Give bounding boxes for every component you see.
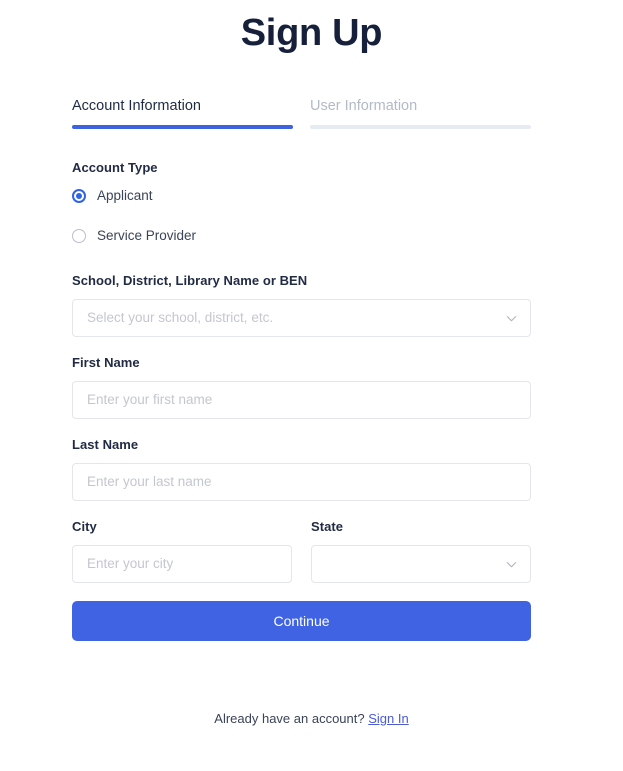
first-name-input[interactable]: Enter your first name	[72, 381, 531, 419]
footer: Already have an account? Sign In	[0, 710, 623, 728]
tab-user-information-label: User Information	[310, 98, 418, 114]
tab-bar: Account Information User Information	[72, 96, 531, 129]
tab-active-underline	[72, 125, 293, 129]
last-name-placeholder: Enter your last name	[87, 474, 212, 489]
tab-account-information-label: Account Information	[72, 98, 201, 114]
field-school: School, District, Library Name or BEN Se…	[72, 273, 531, 337]
school-label: School, District, Library Name or BEN	[72, 273, 308, 288]
continue-button[interactable]: Continue	[72, 601, 531, 641]
radio-option-applicant[interactable]: Applicant	[72, 186, 531, 206]
city-placeholder: Enter your city	[87, 556, 174, 571]
page-title: Sign Up	[240, 12, 383, 54]
radio-service-provider-indicator[interactable]	[72, 229, 86, 243]
tab-inactive-underline	[310, 125, 531, 129]
radio-option-service-provider[interactable]: Service Provider	[72, 226, 531, 246]
last-name-input[interactable]: Enter your last name	[72, 463, 531, 501]
city-input[interactable]: Enter your city	[72, 545, 292, 583]
first-name-label: First Name	[72, 355, 140, 370]
radio-applicant-label: Applicant	[97, 188, 153, 203]
field-city: City Enter your city	[72, 519, 292, 583]
chevron-down-icon	[506, 313, 517, 324]
first-name-placeholder: Enter your first name	[87, 392, 213, 407]
last-name-label: Last Name	[72, 437, 139, 452]
state-select[interactable]	[311, 545, 531, 583]
school-select[interactable]: Select your school, district, etc.	[72, 299, 531, 337]
signup-page: Sign Up Account Information User Informa…	[0, 0, 623, 771]
account-type-group: Account Type Applicant Service Provider	[72, 160, 531, 246]
account-type-label: Account Type	[72, 160, 158, 175]
radio-service-provider-label: Service Provider	[97, 228, 197, 243]
sign-in-link[interactable]: Sign In	[368, 711, 408, 726]
signup-form: Account Type Applicant Service Provider …	[72, 160, 531, 641]
field-last-name: Last Name Enter your last name	[72, 437, 531, 501]
radio-applicant-indicator[interactable]	[72, 189, 86, 203]
city-state-row: City Enter your city State	[72, 519, 531, 583]
field-state: State	[311, 519, 531, 583]
state-label: State	[311, 519, 344, 534]
tab-user-information[interactable]: User Information	[310, 96, 531, 129]
field-first-name: First Name Enter your first name	[72, 355, 531, 419]
footer-text: Already have an account?	[214, 711, 365, 726]
city-label: City	[72, 519, 97, 534]
tab-account-information[interactable]: Account Information	[72, 96, 293, 129]
chevron-down-icon	[506, 559, 517, 570]
school-select-placeholder: Select your school, district, etc.	[87, 310, 274, 325]
